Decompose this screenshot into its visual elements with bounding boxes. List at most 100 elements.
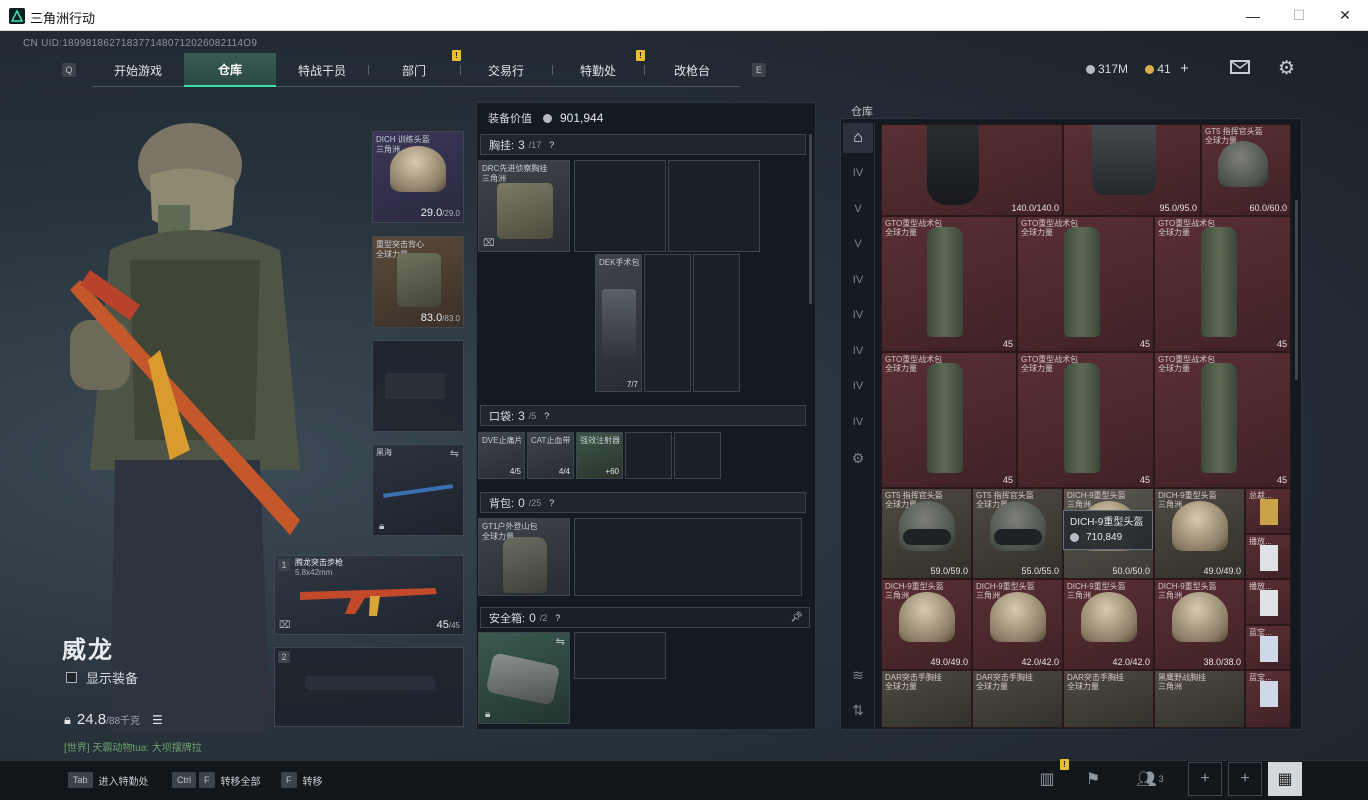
pocket-item-painkiller[interactable]: DVE止痛片 4/5 bbox=[478, 432, 525, 479]
warehouse-bag-5[interactable]: GTO重型战术包 全球力量 45 bbox=[1017, 352, 1154, 488]
warehouse-bag-6[interactable]: GTO重型战术包 全球力量 45 bbox=[1154, 352, 1291, 488]
help-icon[interactable]: ? bbox=[549, 498, 554, 508]
warehouse-settings-icon[interactable]: ⚙ bbox=[843, 443, 873, 473]
chest-rig-grid-2[interactable] bbox=[668, 160, 760, 252]
invite-slot-1-button[interactable]: + bbox=[1188, 762, 1222, 796]
maximize-button[interactable]: ☐ bbox=[1276, 0, 1322, 31]
warehouse-scrollbar[interactable] bbox=[1295, 200, 1298, 380]
close-button[interactable]: ✕ bbox=[1322, 0, 1368, 31]
warehouse-tab-2[interactable]: V bbox=[843, 194, 873, 224]
warehouse-side-item-3[interactable]: 播放... bbox=[1245, 579, 1291, 625]
warehouse-tab-7[interactable]: IV bbox=[843, 371, 873, 401]
silver-coin-icon bbox=[1086, 65, 1095, 75]
warehouse-helmet-1[interactable]: GT5 指挥官头盔 全球力量 59.0/59.0 bbox=[881, 488, 972, 579]
help-icon[interactable]: ? bbox=[544, 411, 549, 421]
helmet-slot[interactable]: DICH 训练头盔 三角洲 29.0/29.0 bbox=[372, 131, 464, 223]
warehouse-home-tab[interactable]: ⌂ bbox=[843, 123, 873, 153]
warehouse-bag-4[interactable]: GTO重型战术包 全球力量 45 bbox=[881, 352, 1017, 488]
warehouse-bag-1[interactable]: GTO重型战术包 全球力量 45 bbox=[881, 216, 1017, 352]
secondary-weapon-slot[interactable]: 2 bbox=[274, 647, 464, 727]
warehouse-bag-3[interactable]: GTO重型战术包 全球力量 45 bbox=[1154, 216, 1291, 352]
help-icon[interactable]: ? bbox=[549, 140, 554, 150]
pistol-slot[interactable] bbox=[372, 340, 464, 432]
swap-icon[interactable]: ⇋ bbox=[556, 635, 565, 648]
warehouse-tab-4[interactable]: IV bbox=[843, 265, 873, 295]
warehouse-side-item-4[interactable]: 蓝宝... bbox=[1245, 625, 1291, 670]
world-chat-line[interactable]: [世界] 天霸动物tua: 大坝摆牌拉 bbox=[64, 739, 202, 754]
invite-slot-2-button[interactable]: + bbox=[1228, 762, 1262, 796]
warehouse-item-armor-2[interactable]: 95.0/95.0 bbox=[1063, 124, 1201, 216]
chest-rig-grid-3[interactable] bbox=[644, 254, 691, 392]
warehouse-tab-6[interactable]: IV bbox=[843, 336, 873, 366]
warehouse-tab-3[interactable]: V bbox=[843, 229, 873, 259]
weight-details-icon[interactable]: ☰ bbox=[152, 713, 163, 727]
swap-icon[interactable]: ⇋ bbox=[450, 447, 459, 460]
warehouse-helmet-8[interactable]: DICH-9重型头盔 三角洲 38.0/38.0 bbox=[1154, 579, 1245, 670]
action-transfer[interactable]: F 转移 bbox=[281, 767, 323, 793]
player-avatar[interactable]: ▦ bbox=[1268, 762, 1302, 796]
warehouse-side-item-5[interactable]: 蓝宝... bbox=[1245, 670, 1291, 728]
warehouse-item-helmet-top[interactable]: GT5 指挥官头盔 全球力量 60.0/60.0 bbox=[1201, 124, 1291, 216]
warehouse-helmet-5[interactable]: DICH-9重型头盔 三角洲 49.0/49.0 bbox=[881, 579, 972, 670]
pocket-item-injector[interactable]: 强效注射器 +60 bbox=[576, 432, 623, 479]
surgery-kit-item[interactable]: DEK手术包 7/7 bbox=[595, 254, 642, 392]
minimize-button[interactable]: — bbox=[1230, 0, 1276, 31]
chest-rig-grid-4[interactable] bbox=[693, 254, 740, 392]
loadout-scrollbar[interactable] bbox=[809, 134, 812, 304]
stack-layers-icon[interactable]: ≋ bbox=[843, 660, 873, 690]
sort-icon[interactable]: ⇅ bbox=[843, 695, 873, 725]
warehouse-rig-1[interactable]: DAR突击手胸挂 全球力量 bbox=[881, 670, 972, 728]
key-hint: F bbox=[199, 772, 215, 788]
slot-number-1: 1 bbox=[278, 559, 290, 571]
nav-next-key[interactable]: E bbox=[752, 63, 766, 77]
backpack-item[interactable]: GT1户外登山包 全球力量 bbox=[478, 518, 570, 596]
warehouse-side-item-1[interactable]: 总裁... bbox=[1245, 488, 1291, 534]
warehouse-bag-2[interactable]: GTO重型战术包 全球力量 45 bbox=[1017, 216, 1154, 352]
armor-slot[interactable]: 重型突击背心 全球力量 83.0/83.0 bbox=[372, 236, 464, 328]
warehouse-side-item-2[interactable]: 播放... bbox=[1245, 534, 1291, 579]
safebox-item[interactable]: ⇋ 🔒︎ bbox=[478, 632, 570, 724]
warehouse-rig-4[interactable]: 黑鹰野战胸挂 三角洲 bbox=[1154, 670, 1245, 728]
squad-button[interactable]: 👥︎ 3 bbox=[1130, 762, 1170, 796]
primary-weapon-slot[interactable]: 1 腾龙突击步枪 5.8x42mm ⌧ 45/45 bbox=[274, 555, 464, 635]
warehouse-helmet-6[interactable]: DICH-9重型头盔 三角洲 42.0/42.0 bbox=[972, 579, 1063, 670]
flag-icon[interactable]: ⚑ bbox=[1076, 762, 1110, 796]
action-transfer-all[interactable]: Ctrl F 转移全部 bbox=[172, 767, 261, 793]
backpack-grid[interactable] bbox=[574, 518, 802, 596]
show-gear-label: 显示装备 bbox=[86, 671, 139, 686]
show-gear-checkbox[interactable] bbox=[66, 672, 77, 683]
pocket-item-tourniquet[interactable]: CAT止血带 4/4 bbox=[527, 432, 574, 479]
pocket-slot-5[interactable] bbox=[674, 432, 721, 479]
mail-icon[interactable] bbox=[1230, 60, 1250, 74]
safebox-grid[interactable] bbox=[574, 632, 666, 679]
warehouse-helmet-4[interactable]: DICH-9重型头盔 三角洲 49.0/49.0 bbox=[1154, 488, 1245, 579]
pocket-slot-4[interactable] bbox=[625, 432, 672, 479]
tab-start-game[interactable]: 开始游戏 bbox=[92, 53, 184, 87]
tab-market[interactable]: 交易行 bbox=[460, 53, 552, 87]
settings-gear-icon[interactable]: ⚙ bbox=[1278, 57, 1295, 80]
help-icon[interactable]: ? bbox=[555, 613, 560, 623]
warehouse-tab-5[interactable]: IV bbox=[843, 300, 873, 330]
warehouse-tab-1[interactable]: IV bbox=[843, 158, 873, 188]
tab-special-ops[interactable]: 特勤处 bbox=[552, 53, 644, 87]
melee-slot[interactable]: 黑海 ⇋ 🔒︎ bbox=[372, 444, 464, 536]
tab-gunsmith[interactable]: 改枪台 bbox=[644, 53, 740, 87]
chest-rig-grid-1[interactable] bbox=[574, 160, 666, 252]
warehouse-helmet-7[interactable]: DICH-9重型头盔 三角洲 42.0/42.0 bbox=[1063, 579, 1154, 670]
add-currency-button[interactable]: + bbox=[1180, 60, 1189, 77]
chest-rig-item[interactable]: DRC先进侦察胸挂 三角洲 ⌧ bbox=[478, 160, 570, 252]
tab-warehouse[interactable]: 仓库 bbox=[184, 53, 276, 87]
tab-department[interactable]: 部门 bbox=[368, 53, 460, 87]
warehouse-rig-3[interactable]: DAR突击手胸挂 全球力量 bbox=[1063, 670, 1154, 728]
armor-image bbox=[927, 125, 979, 205]
stats-chart-icon[interactable]: ▥ bbox=[1030, 762, 1064, 796]
show-gear-toggle[interactable]: 显示装备 bbox=[66, 668, 138, 687]
pin-icon[interactable]: 📌︎ bbox=[790, 612, 803, 623]
tab-operators[interactable]: 特战干员 bbox=[276, 53, 368, 87]
nav-prev-key[interactable]: Q bbox=[62, 63, 76, 77]
warehouse-item-armor-1[interactable]: 140.0/140.0 bbox=[881, 124, 1063, 216]
warehouse-helmet-2[interactable]: GT5 指挥官头盔 全球力量 55.0/55.0 bbox=[972, 488, 1063, 579]
warehouse-tab-8[interactable]: IV bbox=[843, 407, 873, 437]
warehouse-rig-2[interactable]: DAR突击手胸挂 全球力量 bbox=[972, 670, 1063, 728]
action-enter-special-ops[interactable]: Tab 进入特勤处 bbox=[68, 767, 149, 793]
